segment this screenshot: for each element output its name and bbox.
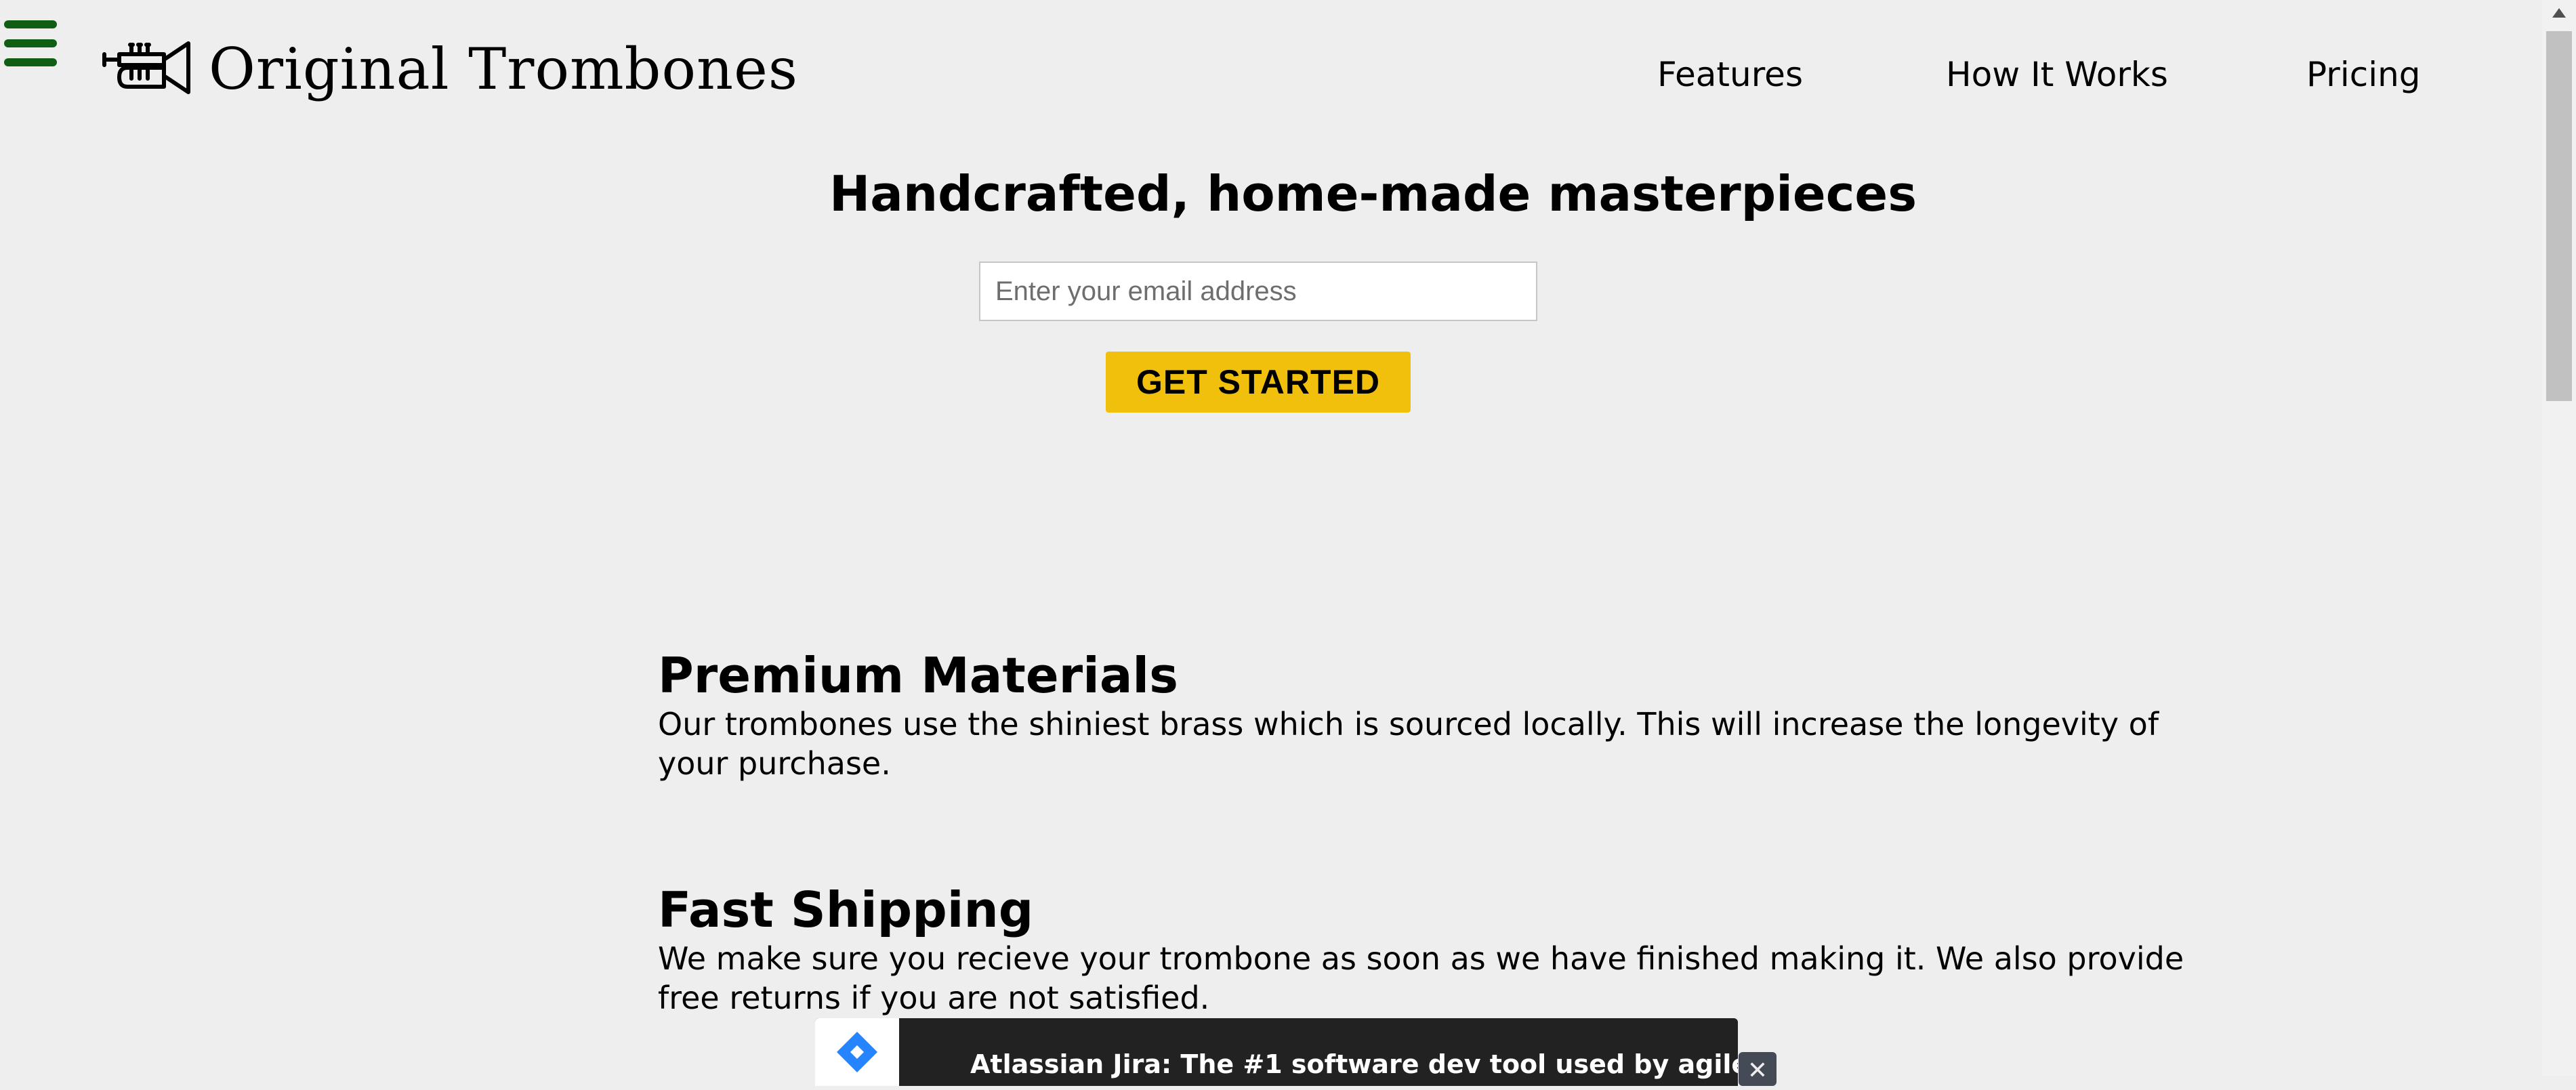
- nav-link-pricing[interactable]: Pricing: [2306, 47, 2421, 102]
- email-input[interactable]: [979, 261, 1537, 321]
- hamburger-menu-icon[interactable]: [4, 20, 57, 68]
- ad-banner[interactable]: Atlassian Jira: The #1 software dev tool…: [815, 1018, 1738, 1086]
- ad-text[interactable]: Atlassian Jira: The #1 software dev tool…: [970, 1044, 1738, 1085]
- feature-text-premium-materials: Our trombones use the shiniest brass whi…: [658, 706, 2159, 782]
- hero-title: Handcrafted, home-made masterpieces: [829, 165, 1917, 222]
- jira-logo-icon: [815, 1018, 899, 1086]
- scrollbar-thumb[interactable]: [2546, 31, 2572, 401]
- trumpet-icon: [100, 39, 192, 104]
- feature-title-fast-shipping: Fast Shipping: [658, 881, 1034, 938]
- nav-link-features[interactable]: Features: [1657, 47, 1803, 102]
- brand-name[interactable]: Original Trombones: [209, 28, 798, 110]
- nav-link-how-it-works[interactable]: How It Works: [1946, 47, 2168, 102]
- get-started-button[interactable]: GET STARTED: [1106, 352, 1411, 413]
- scroll-up-arrow-icon[interactable]: [2552, 8, 2566, 18]
- feature-text-fast-shipping: We make sure you recieve your trombone a…: [658, 940, 2184, 1016]
- close-icon[interactable]: ✕: [1739, 1052, 1777, 1086]
- feature-title-premium-materials: Premium Materials: [658, 647, 1178, 704]
